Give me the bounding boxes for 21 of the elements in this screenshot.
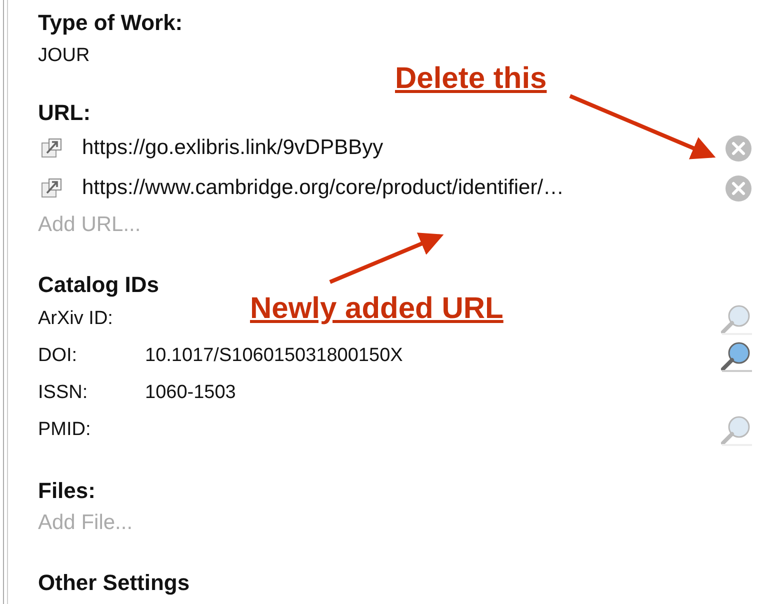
remove-icon[interactable] bbox=[725, 174, 752, 202]
id-value: 1060-1503 bbox=[145, 382, 236, 402]
section-heading: Files: bbox=[38, 477, 96, 505]
remove-icon[interactable] bbox=[725, 134, 752, 162]
id-label: DOI: bbox=[38, 344, 78, 366]
id-label: PMID: bbox=[38, 418, 92, 440]
url-link[interactable]: https://www.cambridge.org/core/product/identifier/… bbox=[82, 176, 725, 200]
section-heading: Type of Work: bbox=[38, 9, 183, 37]
section-heading: URL: bbox=[38, 99, 91, 127]
annotation-label: Delete this bbox=[395, 62, 547, 96]
section-heading: Other Settings bbox=[38, 569, 190, 597]
url-link[interactable]: https://go.exlibris.link/9vDPBByy bbox=[82, 136, 725, 160]
external-link-icon[interactable] bbox=[41, 178, 62, 198]
annotation-label: Newly added URL bbox=[250, 292, 504, 326]
id-label: ArXiv ID: bbox=[38, 308, 114, 330]
type-of-work-value: JOUR bbox=[38, 44, 90, 68]
id-value: 10.1017/S106015031800150X bbox=[145, 344, 403, 366]
section-heading: Catalog IDs bbox=[38, 271, 160, 299]
external-link-icon[interactable] bbox=[41, 138, 62, 158]
search-icon[interactable] bbox=[720, 340, 752, 372]
id-label: ISSN: bbox=[38, 382, 89, 404]
